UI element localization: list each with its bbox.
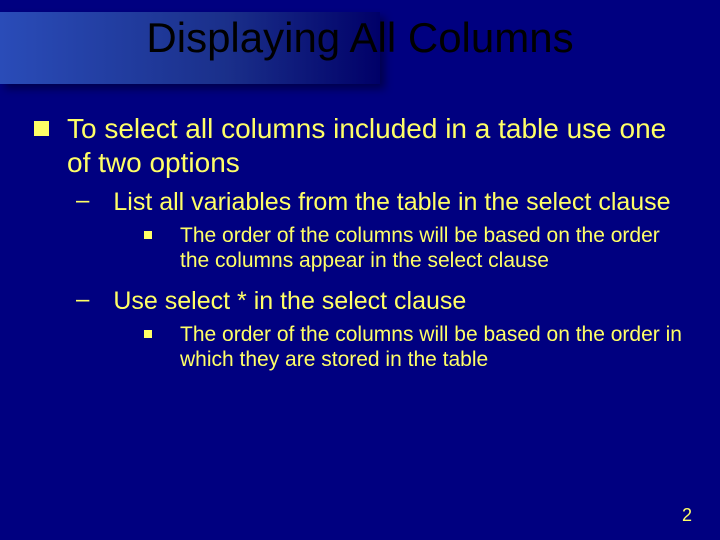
bullet-level3: The order of the columns will be based o… — [144, 223, 690, 273]
bullet-level3: The order of the columns will be based o… — [144, 322, 690, 372]
slide-title: Displaying All Columns — [0, 14, 720, 62]
bullet-level1: To select all columns included in a tabl… — [34, 112, 690, 179]
dash-bullet-icon: – — [76, 286, 89, 316]
bullet-level2: – Use select * in the select clause — [76, 286, 690, 316]
bullet-text: Use select * in the select clause — [113, 286, 466, 316]
square-bullet-icon — [34, 121, 49, 136]
slide-body: To select all columns included in a tabl… — [34, 112, 690, 384]
bullet-text: The order of the columns will be based o… — [180, 223, 690, 273]
bullet-text: List all variables from the table in the… — [113, 187, 670, 217]
page-number: 2 — [682, 505, 692, 526]
dash-bullet-icon: – — [76, 187, 89, 217]
slide: Displaying All Columns To select all col… — [0, 0, 720, 540]
square-bullet-icon — [144, 330, 152, 338]
bullet-level2: – List all variables from the table in t… — [76, 187, 690, 217]
bullet-text: To select all columns included in a tabl… — [67, 112, 690, 179]
square-bullet-icon — [144, 231, 152, 239]
bullet-text: The order of the columns will be based o… — [180, 322, 690, 372]
